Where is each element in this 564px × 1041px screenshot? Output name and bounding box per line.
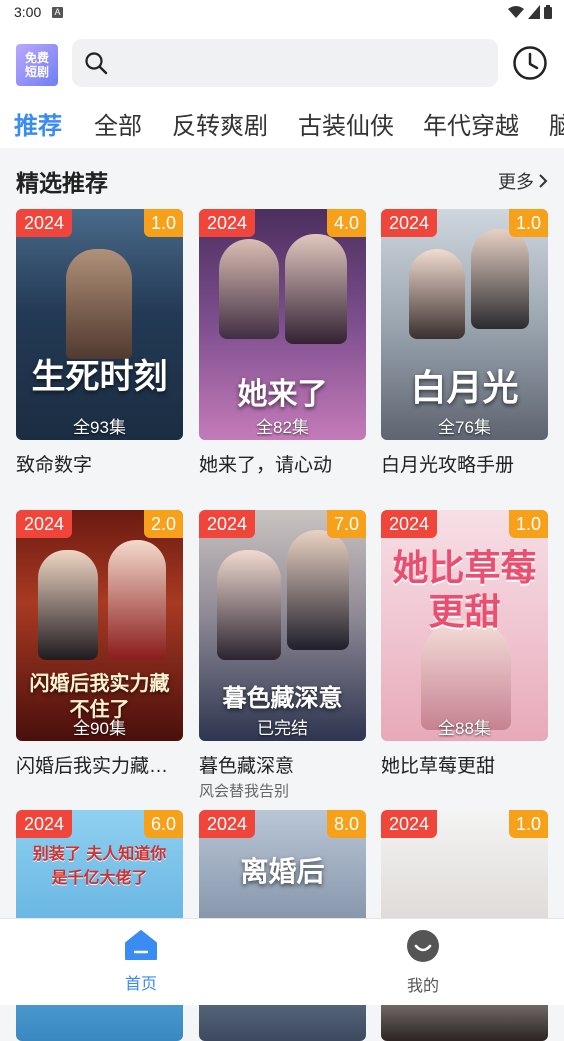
drama-title[interactable]: 她来了，请心动 — [199, 450, 366, 477]
drama-title[interactable]: 致命数字 — [16, 450, 183, 477]
drama-title[interactable]: 暮色藏深意 — [199, 751, 366, 778]
wifi-icon — [508, 6, 524, 18]
app-logo-line2: 短剧 — [24, 65, 49, 79]
rating-badge: 4.0 — [326, 209, 366, 237]
drama-poster[interactable]: 她比草莓更甜 2024 1.0 全88集 — [381, 510, 548, 741]
drama-poster[interactable]: 她来了 2024 4.0 全82集 — [199, 209, 366, 440]
rating-badge: 1.0 — [143, 209, 183, 237]
year-badge: 2024 — [16, 810, 73, 838]
battery-icon — [544, 5, 552, 19]
episode-count: 全90集 — [73, 719, 126, 738]
chevron-right-icon — [539, 174, 548, 188]
category-tabs: 推荐 全部 反转爽剧 古装仙侠 年代穿越 脑 — [0, 102, 564, 142]
home-icon — [125, 930, 157, 960]
drama-poster[interactable]: 闪婚后我实力藏不住了 2024 2.0 全90集 — [16, 510, 183, 741]
year-badge: 2024 — [381, 209, 438, 237]
drama-card[interactable]: 闪婚后我实力藏不住了 2024 2.0 全90集 闪婚后我实力藏… — [16, 510, 183, 778]
episode-count: 全88集 — [438, 719, 491, 738]
drama-poster[interactable]: 暮色藏深意 2024 7.0 已完结 — [199, 510, 366, 741]
nav-me[interactable]: 我的 — [383, 929, 463, 996]
poster-title-art: 生死时刻 — [31, 357, 168, 397]
poster-title-art: 暮色藏深意 — [222, 683, 343, 712]
app-logo: 免费 短剧 — [16, 44, 58, 86]
poster-title-art: 白月光 — [410, 367, 519, 409]
year-badge: 2024 — [381, 810, 438, 838]
year-badge: 2024 — [16, 209, 73, 237]
rating-badge: 1.0 — [508, 209, 548, 237]
episode-count: 全93集 — [73, 418, 126, 437]
notification-a-icon: A — [52, 7, 63, 18]
year-badge: 2024 — [16, 510, 73, 538]
rating-badge: 1.0 — [508, 810, 548, 838]
drama-poster[interactable]: 生死时刻 2024 1.0 全93集 — [16, 209, 183, 440]
tab-reversal-drama[interactable]: 反转爽剧 — [172, 106, 268, 141]
year-badge: 2024 — [381, 510, 438, 538]
drama-card[interactable]: 白月光 2024 1.0 全76集 白月光攻略手册 — [381, 209, 548, 477]
top-header: 免费 短剧 推荐 全部 反转爽剧 古装仙侠 年代穿越 脑 — [0, 26, 564, 148]
section-title: 精选推荐 — [16, 170, 108, 196]
status-time: 3:00 — [14, 4, 42, 20]
drama-title[interactable]: 闪婚后我实力藏… — [16, 751, 183, 778]
year-badge: 2024 — [199, 510, 256, 538]
nav-home[interactable]: 首页 — [101, 929, 181, 994]
status-icons — [508, 5, 552, 19]
rating-badge: 1.0 — [508, 510, 548, 538]
profile-face-icon — [407, 930, 439, 962]
search-bar[interactable] — [72, 39, 498, 87]
poster-title-art: 离婚后 — [240, 855, 325, 888]
drama-title[interactable]: 她比草莓更甜 — [381, 751, 548, 778]
tab-more-category[interactable]: 脑 — [549, 106, 564, 141]
drama-card[interactable]: 她来了 2024 4.0 全82集 她来了，请心动 — [199, 209, 366, 477]
drama-card[interactable]: 她比草莓更甜 2024 1.0 全88集 她比草莓更甜 — [381, 510, 548, 778]
rating-badge: 2.0 — [143, 510, 183, 538]
tab-era-timetravel[interactable]: 年代穿越 — [423, 106, 519, 141]
drama-card[interactable]: 暮色藏深意 2024 7.0 已完结 暮色藏深意 风会替我告别 — [199, 510, 366, 801]
drama-poster[interactable]: 白月光 2024 1.0 全76集 — [381, 209, 548, 440]
search-input[interactable] — [120, 49, 484, 79]
poster-title-art: 她来了 — [237, 377, 328, 412]
signal-icon — [528, 5, 540, 19]
more-link[interactable]: 更多 — [498, 168, 548, 194]
rating-badge: 8.0 — [326, 810, 366, 838]
tab-recommend[interactable]: 推荐 — [14, 106, 62, 141]
nav-home-label: 首页 — [124, 976, 157, 993]
history-clock-icon[interactable] — [512, 45, 548, 81]
bottom-navigation: 首页 我的 — [0, 918, 564, 1005]
drama-card[interactable]: 生死时刻 2024 1.0 全93集 致命数字 — [16, 209, 183, 477]
year-badge: 2024 — [199, 810, 256, 838]
drama-subtitle: 风会替我告别 — [199, 783, 290, 800]
episode-count: 全82集 — [256, 418, 309, 437]
poster-title-art: 别装了 夫人知道你是千亿大佬了 — [32, 844, 167, 887]
rating-badge: 6.0 — [143, 810, 183, 838]
tab-all[interactable]: 全部 — [94, 106, 142, 141]
app-logo-line1: 免费 — [24, 51, 49, 65]
poster-title-art: 她比草莓更甜 — [392, 547, 537, 633]
rating-badge: 7.0 — [326, 510, 366, 538]
search-icon — [85, 52, 108, 75]
episode-count: 全76集 — [438, 418, 491, 437]
nav-me-label: 我的 — [406, 978, 439, 995]
status-bar: 3:00 A — [0, 0, 564, 26]
episode-status: 已完结 — [257, 719, 308, 738]
more-label: 更多 — [498, 172, 534, 192]
drama-title[interactable]: 白月光攻略手册 — [381, 450, 548, 477]
tab-costume-fantasy[interactable]: 古装仙侠 — [298, 106, 394, 141]
year-badge: 2024 — [199, 209, 256, 237]
